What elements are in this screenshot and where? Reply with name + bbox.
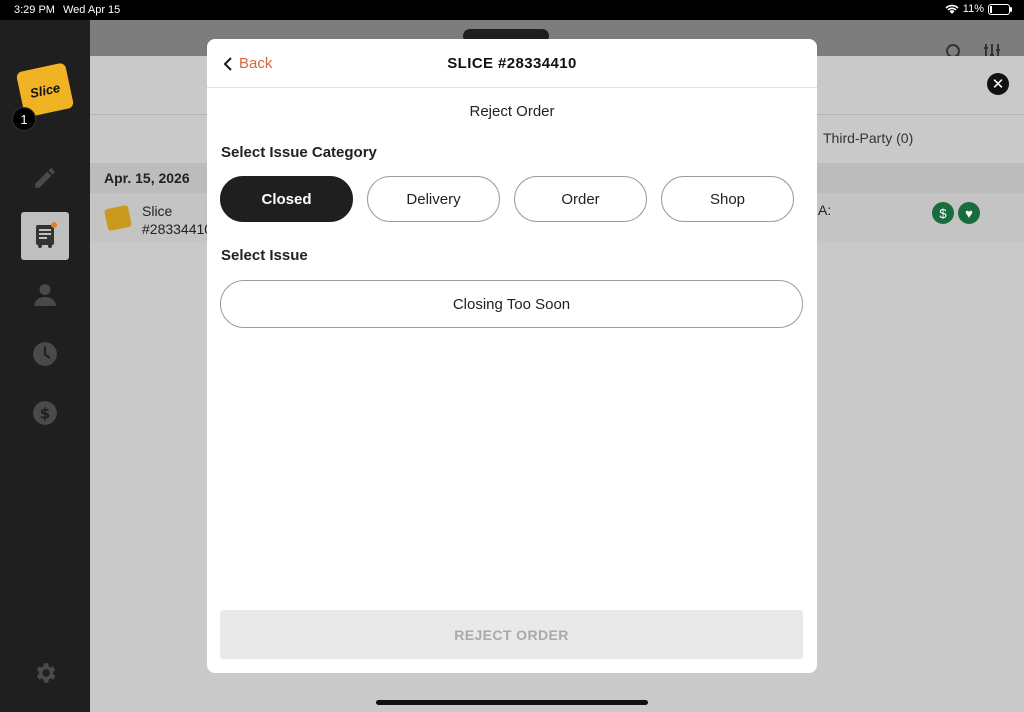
category-delivery-button[interactable]: Delivery [367,176,500,222]
category-label: Select Issue Category [221,144,377,161]
paid-icon: $ [932,202,954,224]
tab-third-party[interactable]: Third-Party (0) [823,130,913,146]
gear-icon [36,663,56,683]
date-header: Apr. 15, 2026 [104,170,190,186]
order-column-a: A: [818,202,832,218]
clock-icon [33,342,57,366]
category-order-button[interactable]: Order [514,176,647,222]
order-number: #28334410 [142,221,213,237]
reject-order-button[interactable]: REJECT ORDER [220,610,803,659]
sidebar: Slice 1 $ [0,20,90,712]
status-bar: 3:29 PM Wed Apr 15 11% [0,0,1024,20]
notification-badge: 1 [12,107,36,131]
svg-text:$: $ [40,404,51,422]
close-icon[interactable]: ✕ [987,73,1009,95]
modal-header: Back SLICE #28334410 [207,39,817,88]
person-icon [34,284,56,306]
modal-title: SLICE #28334410 [447,55,577,72]
sidebar-item-orders[interactable] [21,212,69,260]
category-shop-button[interactable]: Shop [661,176,794,222]
issue-option-button[interactable]: Closing Too Soon [220,280,803,328]
category-options: Closed Delivery Order Shop [220,176,794,222]
sidebar-item-hours[interactable] [30,339,60,369]
category-closed-button[interactable]: Closed [220,176,353,222]
status-date: Wed Apr 15 [63,4,121,16]
sidebar-item-settings[interactable] [30,658,60,688]
orders-alert-dot [51,222,57,228]
wifi-icon [945,4,959,14]
modal-subtitle: Reject Order [469,103,555,120]
reject-order-modal: Back SLICE #28334410 Reject Order Select… [207,39,817,673]
battery-percent: 11% [962,3,984,15]
dollar-icon: $ [33,401,57,425]
order-title: Slice #28334410 [142,202,212,238]
sidebar-item-edit[interactable] [30,163,60,193]
sidebar-item-payments[interactable]: $ [30,398,60,428]
issue-label: Select Issue [221,247,308,264]
sidebar-item-customers[interactable] [30,280,60,310]
pencil-icon [35,168,55,188]
order-name: Slice [142,203,173,219]
home-indicator [376,700,648,705]
battery-icon [988,3,1012,15]
favorite-icon: ♥ [958,202,980,224]
status-time: 3:29 PM [14,4,55,16]
